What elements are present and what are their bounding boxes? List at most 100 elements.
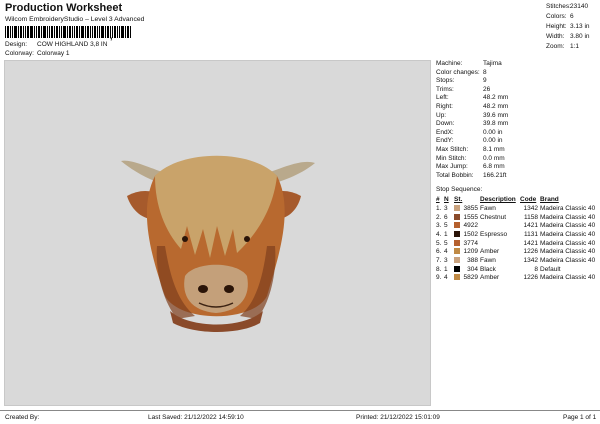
- machine-info-value: 8: [483, 68, 487, 76]
- stop-brand: Madeira Classic 40: [540, 204, 596, 212]
- barcode-bar: [61, 26, 62, 38]
- stop-stitches-value: 1502: [463, 230, 478, 238]
- barcode-bar: [94, 26, 96, 38]
- barcode-bar: [121, 26, 124, 38]
- barcode-bar: [117, 26, 118, 38]
- thread-color-swatch: [454, 204, 460, 211]
- machine-info-label: Trims:: [436, 85, 454, 93]
- stop-index: 5.: [436, 239, 442, 247]
- summary-label: Colors:: [546, 13, 567, 20]
- stop-index: 3.: [436, 222, 442, 230]
- summary-label: Stitches:: [546, 3, 571, 10]
- barcode-bar: [69, 26, 71, 38]
- stop-needle: 4: [444, 248, 448, 256]
- stop-code: 1226: [523, 248, 538, 256]
- col-header-brand: Brand: [540, 196, 559, 203]
- stop-sequence-row: 7. 3 388 Fawn 1342 Madeira Classic 40: [436, 256, 597, 265]
- barcode-bar: [119, 26, 120, 38]
- stop-stitches-value: 1555: [463, 213, 478, 221]
- stop-code: 1421: [523, 222, 538, 230]
- stop-sequence-row: 3. 5 4922 1421 Madeira Classic 40: [436, 221, 597, 230]
- stop-description: [480, 221, 520, 230]
- stop-sequence-row: 1. 3 3855 Fawn 1342 Madeira Classic 40: [436, 204, 597, 213]
- stop-sequence-table: # N St. Description Code Brand 1. 3 3855 Fa…: [436, 195, 597, 282]
- machine-info-value: 0.00 in: [483, 137, 503, 145]
- barcode-bar: [63, 26, 66, 38]
- stop-brand: Madeira Classic 40: [540, 248, 596, 256]
- col-header-description: Description: [480, 196, 516, 203]
- machine-info-row: Color changes: 8: [436, 69, 600, 78]
- machine-info-value: 26: [483, 85, 491, 93]
- stop-description: Fawn: [480, 256, 496, 264]
- machine-info-panel: Machine: Tajima Color changes: 8 Stops: 9 Trim…: [436, 60, 600, 180]
- stop-code: 1158: [524, 213, 538, 221]
- machine-info-row: Up: 39.6 mm: [436, 112, 600, 121]
- stop-index: 1.: [436, 204, 442, 212]
- thread-color-swatch: [454, 230, 460, 237]
- barcode-bar: [90, 26, 91, 38]
- summary-value: 3.13 in: [570, 23, 590, 30]
- barcode-bar: [34, 26, 35, 38]
- machine-info-value: 0.00 in: [483, 128, 503, 136]
- stop-description: Amber: [480, 248, 500, 256]
- barcode-bar: [79, 26, 80, 38]
- stop-brand: Madeira Classic 40: [540, 256, 596, 264]
- stop-stitches: 1555: [454, 213, 480, 222]
- stop-needle: 5: [444, 222, 448, 230]
- summary-label: Width:: [546, 33, 565, 40]
- machine-info-value: 39.8 mm: [483, 120, 509, 128]
- machine-info-row: Min Stitch: 0.0 mm: [436, 155, 600, 164]
- stop-brand: Madeira Classic 40: [540, 213, 596, 221]
- stop-index: 4.: [436, 230, 442, 238]
- summary-value: 3.80 in: [570, 33, 590, 40]
- stop-stitches: 3774: [454, 239, 480, 248]
- barcode-bar: [74, 26, 75, 38]
- machine-info-label: Max Jump:: [436, 163, 468, 171]
- thread-color-swatch: [454, 213, 460, 220]
- barcode-bar: [125, 26, 126, 38]
- stop-sequence-row: 8. 1 304 Black 8 Default: [436, 265, 597, 274]
- stop-sequence-row: 2. 6 1555 Chestnut 1158 Madeira Classic 40: [436, 213, 597, 222]
- colorway-row: Colorway: Colorway 1: [5, 50, 70, 57]
- barcode-bar: [43, 26, 46, 38]
- stop-stitches: 388: [454, 256, 480, 265]
- stop-index: 2.: [436, 213, 442, 221]
- barcode-bar: [49, 26, 50, 38]
- stop-stitches-value: 304: [467, 265, 478, 273]
- barcode-bar: [56, 26, 58, 38]
- col-header-code: Code: [520, 196, 537, 203]
- worksheet-footer: Created By: Last Saved: 21/12/2022 14:59…: [0, 410, 600, 424]
- machine-info-row: EndY: 0.00 in: [436, 137, 600, 146]
- design-row: Design: COW HIGHLAND 3,8 IN: [5, 41, 107, 48]
- machine-info-row: EndX: 0.00 in: [436, 129, 600, 138]
- machine-info-value: 0.0 mm: [483, 154, 505, 162]
- stop-code: 8: [534, 265, 538, 273]
- machine-info-value: 166.21ft: [483, 171, 507, 179]
- barcode-bar: [20, 26, 22, 38]
- machine-info-value: 9: [483, 77, 487, 85]
- stop-sequence-row: 9. 4 5829 Amber 1226 Madeira Classic 40: [436, 274, 597, 283]
- machine-info-row: Total Bobbin: 166.21ft: [436, 172, 600, 181]
- stop-code: 1342: [523, 256, 538, 264]
- stop-sequence-row: 5. 5 3774 1421 Madeira Classic 40: [436, 239, 597, 248]
- barcode-bar: [81, 26, 84, 38]
- stop-sequence-row: 4. 1 1502 Espresso 1131 Madeira Classic 40: [436, 230, 597, 239]
- thread-color-swatch: [454, 248, 460, 255]
- barcode-bar: [107, 26, 109, 38]
- stop-stitches-value: 388: [467, 256, 478, 264]
- machine-info-row: Max Jump: 6.8 mm: [436, 163, 600, 172]
- barcode-bar: [99, 26, 100, 38]
- stop-sequence-header-row: # N St. Description Code Brand: [436, 195, 597, 204]
- stop-needle: 3: [444, 256, 448, 264]
- col-header-stitches: St.: [454, 196, 463, 203]
- barcode-bar: [30, 26, 33, 38]
- barcode-bar: [105, 26, 106, 38]
- stop-index: 9.: [436, 274, 442, 282]
- machine-info-row: Max Stitch: 8.1 mm: [436, 146, 600, 155]
- summary-value: 1:1: [570, 43, 580, 50]
- machine-info-label: Up:: [436, 111, 447, 119]
- barcode-bar: [25, 26, 26, 38]
- software-subtitle: Wilcom EmbroideryStudio – Level 3 Advanc…: [5, 16, 145, 23]
- machine-info-row: Down: 39.8 mm: [436, 120, 600, 129]
- highland-cow-embroidery-image: [121, 155, 315, 332]
